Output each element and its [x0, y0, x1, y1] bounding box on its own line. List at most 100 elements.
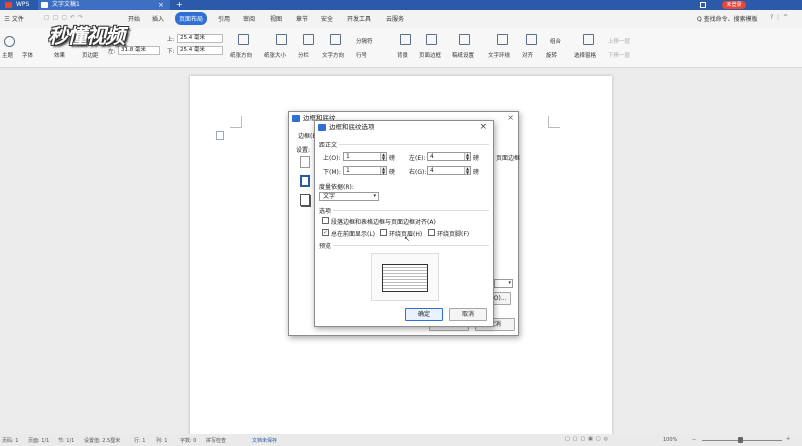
line-number-button[interactable]: 行号 [356, 51, 367, 59]
left-unit: 磅 [473, 155, 480, 162]
spinner-icon[interactable]: ▲ ▼ [464, 153, 470, 160]
measure-select[interactable]: 文字 ▾ [319, 192, 379, 201]
preview-page-icon [382, 264, 428, 292]
menu-insert[interactable]: 插入 [152, 14, 164, 23]
setting-none-icon[interactable] [300, 156, 310, 168]
measure-value: 文字 [323, 193, 336, 200]
file-menu[interactable]: 三 文件 [4, 14, 24, 23]
new-tab-icon[interactable]: + [176, 0, 183, 10]
left-margin-input[interactable]: 31.8 毫米 [118, 46, 160, 55]
grid-paper-button[interactable]: 稿纸设置 [452, 51, 474, 59]
bottom-margin-input[interactable]: 25.4 毫米 [177, 46, 223, 55]
options-dialog-title-text: 边框和底纹选项 [329, 123, 375, 131]
group-button[interactable]: 组合 [550, 37, 561, 45]
wrap-button[interactable]: 文字环绕 [488, 51, 510, 59]
align-checkbox[interactable] [322, 217, 329, 224]
margins-button[interactable]: 页边距 [82, 51, 99, 59]
orientation-button[interactable]: 纸张方向 [230, 51, 252, 59]
margins-divider [339, 144, 489, 145]
right-unit: 磅 [473, 169, 480, 176]
spinner-icon[interactable]: ▲ ▼ [464, 167, 470, 174]
setting-box-icon[interactable] [300, 175, 310, 187]
header-checkbox[interactable] [380, 229, 387, 236]
setting-label: 设置: [296, 147, 311, 154]
doc-status[interactable]: 文档未保存 [252, 437, 277, 444]
view-mode-icons[interactable]: ▢▢▢▣▢◎ [565, 436, 611, 442]
wps-home-tab[interactable]: WPS [2, 0, 32, 10]
text-direction-button[interactable]: 文字方向 [322, 51, 344, 59]
rotate-button[interactable]: 旋转 [546, 51, 557, 59]
status-pages: 页面: 1/1 [28, 438, 50, 444]
top-margin-input[interactable]: 25.4 毫米 [177, 34, 223, 43]
menu-page-layout[interactable]: 页面布局 [175, 12, 208, 25]
bring-up-button[interactable]: 上移一层 [608, 37, 630, 45]
spinner-icon[interactable]: ▲ ▼ [380, 167, 386, 174]
help-icon[interactable]: ? ⋮ ^ [770, 14, 788, 21]
options-section-label: 选项 [319, 208, 332, 215]
wrap-icon[interactable] [497, 34, 508, 45]
menu-developer[interactable]: 开发工具 [347, 14, 371, 23]
setting-shadow-icon[interactable] [300, 194, 310, 206]
zoom-level[interactable]: 100% [663, 437, 677, 443]
effect-button[interactable]: 效果 [54, 51, 65, 59]
columns-button[interactable]: 分栏 [298, 51, 309, 59]
front-option-label[interactable]: 总在前面显示(L) [331, 229, 375, 238]
status-page: 页码: 1 [2, 438, 19, 444]
select-pane-icon[interactable] [583, 34, 594, 45]
bottom-input[interactable]: 1 ▲ ▼ [343, 166, 387, 175]
footer-checkbox[interactable] [428, 229, 435, 236]
zoom-in-icon[interactable]: + [786, 436, 790, 442]
align-button[interactable]: 对齐 [522, 51, 533, 59]
apply-to-dropdown[interactable]: ▾ [494, 279, 513, 288]
menu-view[interactable]: 视图 [270, 14, 282, 23]
background-icon[interactable] [400, 34, 411, 45]
menu-start[interactable]: 开始 [128, 14, 140, 23]
watermark-logo: 秒懂视频 [48, 24, 125, 48]
menu-chapter[interactable]: 章节 [296, 14, 308, 23]
menu-security[interactable]: 安全 [321, 14, 333, 23]
left-input[interactable]: 4 ▲ ▼ [427, 152, 471, 161]
theme-icon[interactable] [4, 36, 15, 47]
zoom-out-icon[interactable]: − [692, 437, 696, 443]
text-direction-icon[interactable] [330, 34, 341, 45]
top-unit: 磅 [389, 155, 396, 162]
zoom-slider-handle[interactable] [738, 437, 743, 443]
cursor-icon: ↖ [404, 235, 410, 243]
paragraph-icon[interactable] [216, 131, 224, 140]
font-button[interactable]: 字体 [22, 51, 33, 59]
cancel-button[interactable]: 取消 [449, 308, 487, 321]
grid-paper-icon[interactable] [459, 34, 470, 45]
size-button[interactable]: 纸张大小 [264, 51, 286, 59]
close-icon[interactable]: × [507, 113, 514, 122]
size-icon[interactable] [276, 34, 287, 45]
select-pane-button[interactable]: 选择窗格 [574, 51, 596, 59]
section-break-button[interactable]: 分隔符 [356, 37, 373, 45]
send-down-button[interactable]: 下移一层 [608, 51, 630, 59]
spinner-icon[interactable]: ▲ ▼ [380, 153, 386, 160]
orientation-icon[interactable] [238, 34, 249, 45]
login-badge[interactable]: 未登录 [722, 1, 746, 9]
footer-option-label[interactable]: 环绕页脚(F) [437, 229, 469, 238]
background-button[interactable]: 背景 [397, 51, 408, 59]
close-tab-icon[interactable]: × [158, 0, 164, 10]
top-input[interactable]: 1 ▲ ▼ [343, 152, 387, 161]
status-bar: 页码: 1 页面: 1/1 节: 1/1 设置值: 2.5厘米 行: 1 列: … [0, 434, 802, 446]
ok-button[interactable]: 确定 [405, 308, 443, 321]
theme-button[interactable]: 主题 [2, 51, 13, 59]
close-icon[interactable]: × [479, 122, 487, 132]
window-icon[interactable] [700, 2, 706, 8]
options-dialog-title: 边框和底纹选项 [315, 121, 493, 134]
right-input[interactable]: 4 ▲ ▼ [427, 166, 471, 175]
doc-tab[interactable]: 文字文稿1 [38, 0, 170, 10]
front-checkbox[interactable]: ✓ [322, 229, 329, 236]
menu-cloud[interactable]: 云服务 [386, 14, 404, 23]
spell-check-toggle[interactable]: 拼写检查 [206, 437, 226, 444]
page-border-button[interactable]: 页面边框 [419, 51, 441, 59]
align-icon[interactable] [526, 34, 537, 45]
search-command[interactable]: Q 查找命令、搜索模板 [697, 14, 758, 23]
menu-review[interactable]: 审阅 [243, 14, 255, 23]
columns-icon[interactable] [303, 34, 314, 45]
menu-reference[interactable]: 引用 [218, 14, 230, 23]
page-border-icon[interactable] [426, 34, 437, 45]
align-option-label[interactable]: 段落边框和表格边框与页面边框对齐(A) [331, 217, 436, 226]
